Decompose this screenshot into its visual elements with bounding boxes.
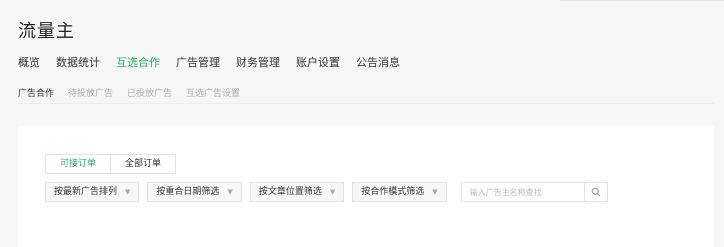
order-tabs: 可接订单 全部订单 <box>45 154 177 174</box>
mode-filter-dropdown[interactable]: 按合作模式筛选 ▼ <box>352 182 447 202</box>
chevron-down-icon: ▼ <box>125 188 131 196</box>
nav-item-overview[interactable]: 概览 <box>18 54 40 70</box>
chevron-down-icon: ▼ <box>227 188 233 196</box>
subnav-item-pending-ads[interactable]: 待投放广告 <box>68 86 113 99</box>
sub-nav: 广告合作 待投放广告 已投放广告 互选广告设置 <box>18 86 240 99</box>
subnav-item-ad-cooperation[interactable]: 广告合作 <box>18 86 54 99</box>
orders-panel: 可接订单 全部订单 按最新广告排列 ▼ 按重合日期筛选 ▼ 按文章位置筛选 ▼ … <box>18 126 714 247</box>
dropdown-label: 按文章位置筛选 <box>258 187 322 197</box>
date-filter-dropdown[interactable]: 按重合日期筛选 ▼ <box>147 182 242 202</box>
search-box <box>460 182 608 202</box>
subnav-item-mutual-ad-settings[interactable]: 互选广告设置 <box>186 86 240 99</box>
nav-item-statistics[interactable]: 数据统计 <box>56 54 100 70</box>
main-nav: 概览 数据统计 互选合作 广告管理 财务管理 账户设置 公告消息 <box>18 54 400 70</box>
subnav-divider <box>18 103 714 104</box>
chevron-down-icon: ▼ <box>329 188 336 196</box>
tab-all-orders[interactable]: 全部订单 <box>111 155 175 173</box>
dropdown-label: 按合作模式筛选 <box>361 187 425 197</box>
search-icon <box>591 187 601 197</box>
filter-bar: 按最新广告排列 ▼ 按重合日期筛选 ▼ 按文章位置筛选 ▼ 按合作模式筛选 ▼ <box>45 182 608 202</box>
chevron-down-icon: ▼ <box>432 188 438 196</box>
dropdown-label: 按重合日期筛选 <box>156 187 220 197</box>
nav-item-account-settings[interactable]: 账户设置 <box>296 54 340 70</box>
search-input[interactable] <box>461 183 584 201</box>
search-button[interactable] <box>583 183 607 201</box>
nav-item-ad-management[interactable]: 广告管理 <box>176 54 220 70</box>
position-filter-dropdown[interactable]: 按文章位置筛选 ▼ <box>249 182 345 202</box>
app-title: 流量主 <box>18 21 75 42</box>
sort-latest-dropdown[interactable]: 按最新广告排列 ▼ <box>45 182 140 202</box>
nav-item-mutual-selection[interactable]: 互选合作 <box>116 54 160 70</box>
subnav-item-delivered-ads[interactable]: 已投放广告 <box>127 86 172 99</box>
tab-available-orders[interactable]: 可接订单 <box>46 155 112 173</box>
top-divider <box>560 0 724 1</box>
nav-item-announcements[interactable]: 公告消息 <box>356 54 400 70</box>
dropdown-label: 按最新广告排列 <box>54 187 118 197</box>
nav-item-finance[interactable]: 财务管理 <box>236 54 280 70</box>
